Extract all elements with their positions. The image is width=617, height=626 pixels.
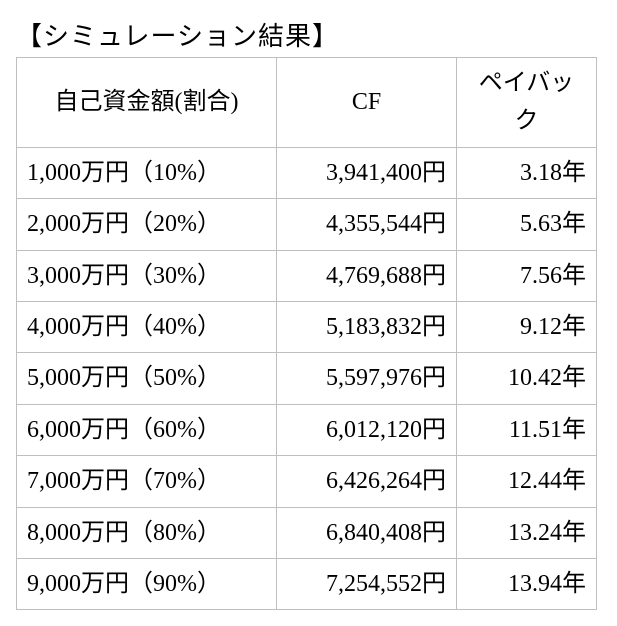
header-payback: ペイバック [457, 58, 597, 148]
cell-own-funds: 8,000万円（80%） [17, 507, 277, 558]
simulation-table: 自己資金額(割合) CF ペイバック 1,000万円（10%）3,941,400… [16, 57, 597, 610]
cell-cf: 5,183,832円 [277, 301, 457, 352]
table-header-row: 自己資金額(割合) CF ペイバック [17, 58, 597, 148]
cell-cf: 6,012,120円 [277, 404, 457, 455]
header-cf: CF [277, 58, 457, 148]
table-row: 9,000万円（90%）7,254,552円13.94年 [17, 558, 597, 609]
table-row: 5,000万円（50%）5,597,976円10.42年 [17, 353, 597, 404]
cell-payback: 5.63年 [457, 199, 597, 250]
cell-payback: 9.12年 [457, 301, 597, 352]
table-row: 8,000万円（80%）6,840,408円13.24年 [17, 507, 597, 558]
page-title: 【シミュレーション結果】 [16, 16, 601, 53]
table-row: 2,000万円（20%）4,355,544円5.63年 [17, 199, 597, 250]
table-row: 4,000万円（40%）5,183,832円9.12年 [17, 301, 597, 352]
cell-payback: 12.44年 [457, 456, 597, 507]
cell-own-funds: 5,000万円（50%） [17, 353, 277, 404]
table-row: 3,000万円（30%）4,769,688円7.56年 [17, 250, 597, 301]
cell-cf: 3,941,400円 [277, 147, 457, 198]
cell-cf: 6,426,264円 [277, 456, 457, 507]
cell-own-funds: 9,000万円（90%） [17, 558, 277, 609]
cell-cf: 4,769,688円 [277, 250, 457, 301]
cell-own-funds: 1,000万円（10%） [17, 147, 277, 198]
cell-own-funds: 2,000万円（20%） [17, 199, 277, 250]
cell-payback: 10.42年 [457, 353, 597, 404]
cell-cf: 4,355,544円 [277, 199, 457, 250]
table-row: 7,000万円（70%）6,426,264円12.44年 [17, 456, 597, 507]
header-own-funds: 自己資金額(割合) [17, 58, 277, 148]
cell-own-funds: 7,000万円（70%） [17, 456, 277, 507]
table-row: 6,000万円（60%）6,012,120円11.51年 [17, 404, 597, 455]
cell-payback: 13.94年 [457, 558, 597, 609]
table-row: 1,000万円（10%）3,941,400円3.18年 [17, 147, 597, 198]
cell-own-funds: 4,000万円（40%） [17, 301, 277, 352]
cell-payback: 11.51年 [457, 404, 597, 455]
cell-payback: 3.18年 [457, 147, 597, 198]
cell-cf: 7,254,552円 [277, 558, 457, 609]
cell-payback: 7.56年 [457, 250, 597, 301]
cell-own-funds: 6,000万円（60%） [17, 404, 277, 455]
cell-own-funds: 3,000万円（30%） [17, 250, 277, 301]
cell-cf: 6,840,408円 [277, 507, 457, 558]
cell-payback: 13.24年 [457, 507, 597, 558]
cell-cf: 5,597,976円 [277, 353, 457, 404]
